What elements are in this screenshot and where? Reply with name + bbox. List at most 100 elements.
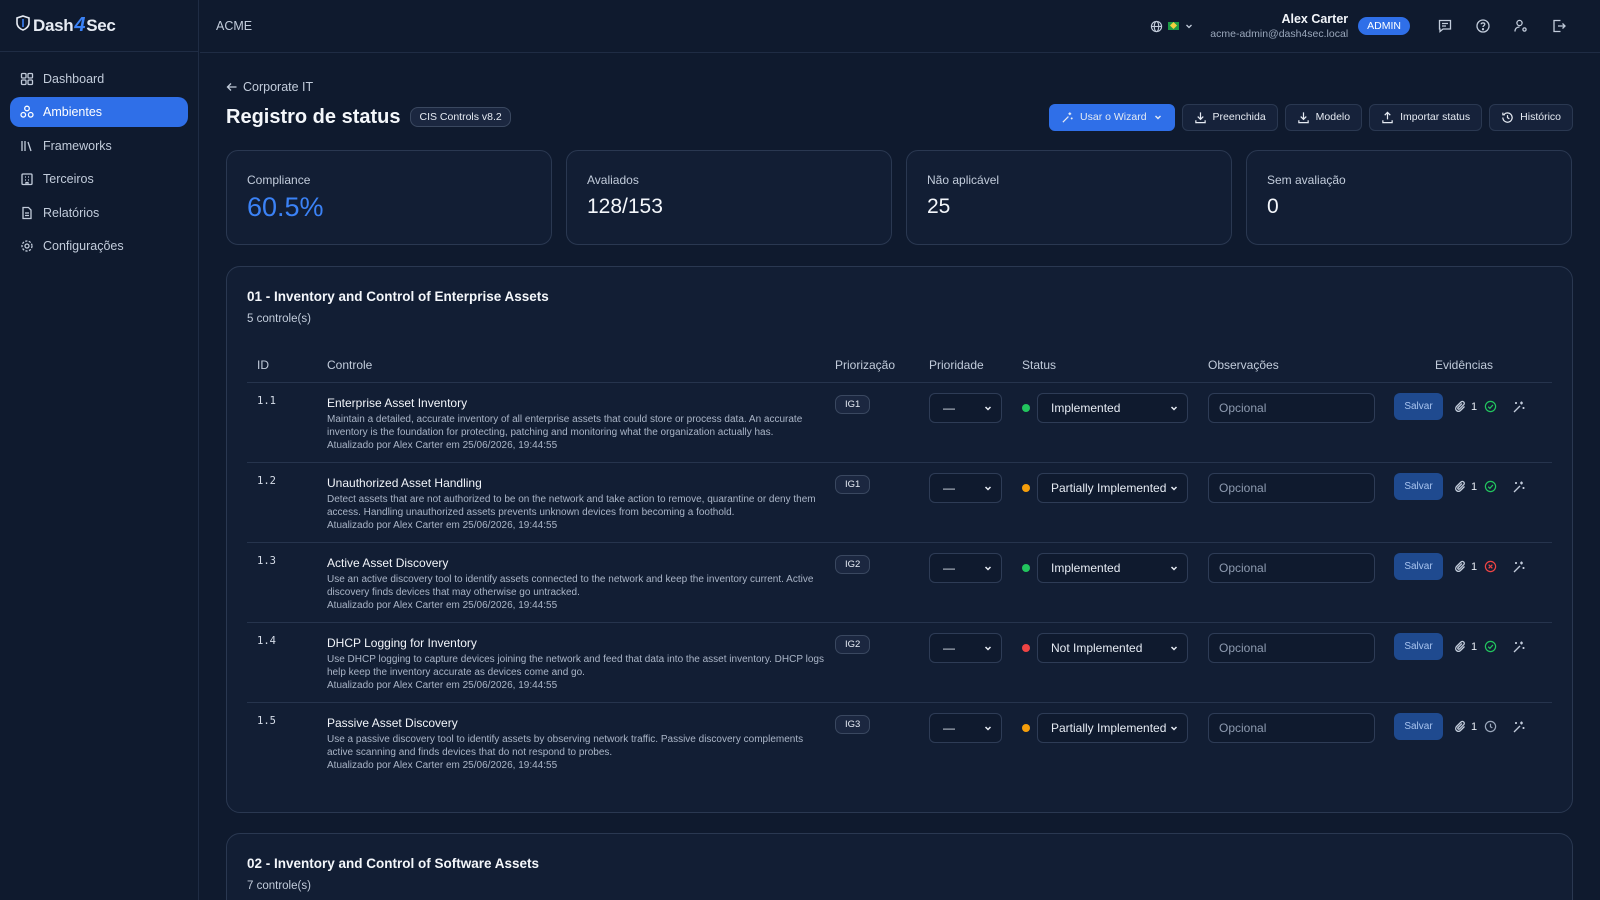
paperclip-icon[interactable] [1454,400,1468,414]
sparkles-icon[interactable] [1512,720,1526,734]
brand-logo[interactable]: Dash 4 Sec [0,0,198,52]
priority-select[interactable]: — [929,473,1002,503]
chevron-down-icon [983,643,993,653]
sidebar-item-dashboard[interactable]: Dashboard [10,64,188,94]
notes-input[interactable]: Opcional [1208,553,1375,583]
globe-icon [1150,20,1163,33]
status-select[interactable]: Partially Implemented [1037,473,1188,503]
download-filled-button[interactable]: Preenchida [1181,103,1278,131]
document-icon [20,206,34,220]
brand-name-right: Sec [86,15,116,35]
control-description: Detect assets that are not authorized to… [327,494,816,518]
status-dot [1022,404,1030,412]
control-description: Use a passive discovery tool to identify… [327,734,804,758]
stat-value: 25 [927,195,951,218]
sidebar-item-terceiros[interactable]: Terceiros [10,164,188,194]
sidebar-item-configuracoes[interactable]: Configurações [10,231,188,261]
save-button[interactable]: Salvar [1394,553,1443,580]
control-cell: Passive Asset Discovery Use a passive dis… [327,703,835,782]
wizard-button[interactable]: Usar o Wizard [1049,103,1175,131]
stat-value: 128/153 [587,195,663,218]
status-dot [1022,724,1030,732]
status-select[interactable]: Not Implemented [1037,633,1188,663]
message-icon[interactable] [1437,18,1453,34]
notes-input[interactable]: Opcional [1208,633,1375,663]
evidence-count: 1 [1471,400,1478,413]
save-button[interactable]: Salvar [1394,633,1443,660]
clock-icon [1484,720,1498,734]
control-section: 02 - Inventory and Control of Software A… [226,833,1573,900]
control-name: Unauthorized Asset Handling [327,476,482,490]
logout-icon[interactable] [1551,18,1567,34]
header-status: Status [1022,357,1057,372]
sidebar-item-relatorios[interactable]: Relatórios [10,198,188,228]
stat-card-compliance: Compliance 60.5% [226,150,552,245]
status-cell: Partially Implemented [1022,703,1208,782]
stat-label: Não aplicável [927,173,1000,187]
evidence-count: 1 [1471,720,1478,733]
prioritization-cell: IG3 [835,703,929,782]
sidebar-item-ambientes[interactable]: Ambientes [10,97,188,128]
priority-value: — [943,721,955,735]
import-status-button[interactable]: Importar status [1369,103,1483,131]
chevron-down-icon [1169,403,1179,413]
control-updated: Atualizado por Alex Carter em 25/06/2026… [327,600,558,611]
evidence-cell: Salvar 1 [1394,703,1552,782]
user-info: Alex Carter acme-admin@dash4sec.local [1210,12,1348,40]
save-button[interactable]: Salvar [1394,713,1443,740]
sparkles-icon[interactable] [1512,560,1526,574]
user-settings-icon[interactable] [1513,18,1529,34]
priority-cell: — [929,543,1022,622]
notes-input[interactable]: Opcional [1208,473,1375,503]
toolbar: Usar o Wizard Preenchida Modelo Importar… [1049,103,1573,131]
status-select[interactable]: Implemented [1037,393,1188,423]
back-link[interactable]: Corporate IT [226,80,1573,94]
paperclip-icon[interactable] [1454,720,1468,734]
evidence-cell: Salvar 1 [1394,463,1552,542]
building-icon [20,172,34,186]
sparkles-icon[interactable] [1512,640,1526,654]
control-cell: Unauthorized Asset Handling Detect assets… [327,463,835,542]
history-label: Histórico [1520,111,1561,123]
prioritization-cell: IG2 [835,543,929,622]
status-select[interactable]: Partially Implemented [1037,713,1188,743]
help-icon[interactable] [1475,18,1491,34]
table-row: 1.3 Active Asset Discovery Use an active d… [247,543,1552,623]
sidebar-item-frameworks[interactable]: Frameworks [10,131,188,161]
control-cell: DHCP Logging for Inventory Use DHCP loggi… [327,623,835,702]
history-button[interactable]: Histórico [1489,103,1573,131]
priority-select[interactable]: — [929,553,1002,583]
header-control: Controle [327,357,373,372]
status-cell: Implemented [1022,543,1208,622]
chevron-down-icon [1169,563,1179,573]
control-id: 1.2 [257,475,276,487]
control-name: Enterprise Asset Inventory [327,396,468,410]
sparkles-icon[interactable] [1512,400,1526,414]
table-row: 1.4 DHCP Logging for Inventory Use DHCP lo… [247,623,1552,703]
priority-select[interactable]: — [929,633,1002,663]
status-select[interactable]: Implemented [1037,553,1188,583]
save-button[interactable]: Salvar [1394,393,1443,420]
priority-select[interactable]: — [929,393,1002,423]
language-selector[interactable] [1150,20,1194,33]
sidebar-item-label: Relatórios [43,205,100,220]
save-button[interactable]: Salvar [1394,473,1443,500]
prioritization-cell: IG2 [835,623,929,702]
download-template-button[interactable]: Modelo [1284,103,1363,131]
priority-value: — [943,401,955,415]
notes-input[interactable]: Opcional [1208,713,1375,743]
paperclip-icon[interactable] [1454,480,1468,494]
status-dot [1022,484,1030,492]
paperclip-icon[interactable] [1454,560,1468,574]
table-row: 1.2 Unauthorized Asset Handling Detect ass… [247,463,1552,543]
ig-badge: IG2 [835,635,871,654]
brand-name-mid: 4 [74,14,86,36]
sparkles-icon[interactable] [1512,480,1526,494]
chevron-down-icon [1184,21,1194,31]
priority-select[interactable]: — [929,713,1002,743]
header-priority: Prioridade [929,357,984,372]
ig-badge: IG1 [835,395,871,414]
paperclip-icon[interactable] [1454,640,1468,654]
notes-input[interactable]: Opcional [1208,393,1375,423]
control-updated: Atualizado por Alex Carter em 25/06/2026… [327,520,558,531]
